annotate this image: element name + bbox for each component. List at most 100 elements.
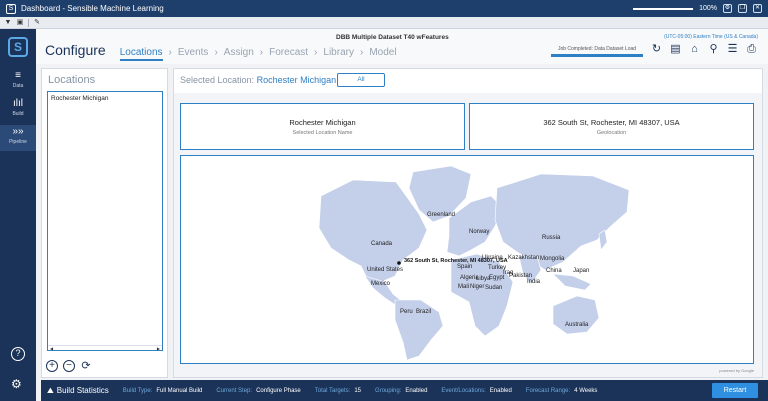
selected-location-label: Selected Location: (180, 75, 255, 85)
rail-item-label: Data (12, 83, 24, 89)
map-label-niger: Niger (470, 284, 484, 290)
page-header: DBB Multiple Dataset T40 wFeatures Confi… (36, 29, 768, 64)
locations-list[interactable]: Rochester Michigan ◀ ▶ (47, 91, 163, 351)
job-progress-bar (551, 54, 643, 57)
stat-value: 15 (354, 387, 362, 394)
save-icon[interactable]: ▣ (16, 19, 24, 27)
map-label-greenland: Greenland (427, 212, 455, 218)
zoom-control: 100% ⚙ ❐ ✕ (633, 4, 762, 13)
map-canvas: Greenland Canada United States Mexico Pe… (318, 165, 630, 361)
scroll-right-icon[interactable]: ▶ (157, 346, 160, 351)
map-label-mali: Mali (458, 284, 469, 290)
step-breadcrumb: Configure Locations › Events › Assign › … (45, 42, 397, 61)
locations-panel: Locations Rochester Michigan ◀ ▶ + − ⟳ (41, 68, 168, 378)
location-pin-icon[interactable] (397, 261, 401, 265)
location-name-label: Selected Location Name (292, 130, 353, 136)
stat-key: Event/Locations: (441, 387, 486, 394)
map-label-peru: Peru (400, 309, 413, 315)
settings-gear-icon[interactable]: ⚙ (11, 377, 22, 391)
step-events[interactable]: Events (178, 47, 209, 58)
rail-item-build[interactable]: ılıl Build (0, 97, 36, 123)
pencil-icon[interactable]: ✎ (33, 19, 41, 27)
step-library[interactable]: Library (323, 47, 354, 58)
rail-item-label: Build (12, 111, 24, 117)
selected-location-value: Rochester Michigan (256, 75, 337, 85)
chart-search-icon[interactable]: ⚲ (707, 43, 720, 56)
close-icon[interactable]: ✕ (753, 4, 762, 13)
document-icon[interactable]: ▤ (669, 43, 682, 56)
filter-icon[interactable]: ▼ (4, 19, 12, 27)
geolocation-label: Geolocation (596, 130, 627, 136)
stat-key: Current Step: (216, 387, 253, 394)
map-label-spain: Spain (457, 264, 472, 270)
step-locations[interactable]: Locations (119, 47, 163, 61)
rail-item-data[interactable]: ≡ Data (0, 69, 36, 95)
database-icon[interactable]: ☰ (726, 43, 739, 56)
geolocation-card: 362 South St, Rochester, MI 48307, USA G… (469, 103, 754, 150)
remove-location-icon[interactable]: − (63, 360, 75, 372)
window-title: Dashboard - Sensible Machine Learning (21, 4, 164, 13)
location-name-card: Rochester Michigan Selected Location Nam… (180, 103, 465, 150)
waveform-icon: ılıl (13, 98, 23, 109)
horizontal-scrollbar[interactable]: ◀ ▶ (48, 345, 162, 351)
build-statistics-title: ⛰ Build Statistics (47, 386, 109, 396)
chevron-right-icon: › (359, 47, 364, 58)
map-label-mongolia: Mongolia (540, 256, 565, 262)
map-label-india: India (527, 279, 541, 285)
geolocation-value: 362 South St, Rochester, MI 48307, USA (543, 118, 680, 127)
stat-key: Total Targets: (314, 387, 351, 394)
export-icon[interactable]: ⎙ (745, 43, 758, 56)
location-actions: + − ⟳ (46, 360, 92, 372)
restore-icon[interactable]: ❐ (738, 4, 747, 13)
list-item[interactable]: Rochester Michigan (48, 92, 162, 105)
help-icon[interactable]: ? (11, 347, 25, 361)
scroll-left-icon[interactable]: ◀ (50, 346, 53, 351)
zoom-level: 100% (699, 5, 717, 12)
stat-value: Configure Phase (256, 387, 301, 394)
locations-title: Locations (48, 74, 96, 86)
pipeline-icon: »» (12, 126, 24, 137)
all-button[interactable]: All (337, 73, 385, 87)
settings-icon[interactable]: ⚙ (723, 4, 732, 13)
stat-value: 4 Weeks (574, 387, 598, 394)
zoom-slider[interactable] (633, 7, 694, 10)
build-status-bar: ⛰ Build Statistics Build Type: Full Manu… (41, 380, 768, 401)
step-model[interactable]: Model (369, 47, 396, 58)
stat-value: Enabled (489, 387, 512, 394)
map-label-china: China (546, 268, 562, 274)
rail-item-label: Pipeline (9, 139, 27, 145)
app-logo-icon: S (6, 3, 16, 14)
toolbar-divider (28, 18, 29, 27)
stat-value: Enabled (405, 387, 428, 394)
add-location-icon[interactable]: + (46, 360, 58, 372)
australia-shape (552, 295, 600, 335)
stat-key: Build Type: (122, 387, 153, 394)
step-forecast[interactable]: Forecast (269, 47, 308, 58)
step-assign[interactable]: Assign (224, 47, 254, 58)
database-icon: ≡ (15, 70, 21, 81)
japan-shape (598, 229, 608, 251)
location-name-value: Rochester Michigan (289, 118, 356, 127)
zoom-slider-fill (633, 7, 694, 10)
quick-toolbar: ▼ ▣ ✎ (0, 17, 768, 29)
chevron-right-icon: › (214, 47, 218, 58)
southeast-asia-shape (552, 273, 592, 291)
sync-icon[interactable]: ⟳ (80, 360, 92, 372)
home-icon[interactable]: ⌂ (688, 43, 701, 56)
map-label-japan: Japan (573, 268, 589, 274)
title-bar: S Dashboard - Sensible Machine Learning … (0, 0, 768, 17)
map-pin-label: 362 South St, Rochester, MI 48307, USA (404, 258, 508, 264)
refresh-icon[interactable]: ↻ (650, 43, 663, 56)
map-label-united-states: United States (367, 267, 403, 273)
world-map[interactable]: Greenland Canada United States Mexico Pe… (180, 155, 754, 364)
map-label-kazakhstan: Kazakhstan (508, 255, 539, 261)
restart-button[interactable]: Restart (712, 383, 758, 398)
map-label-canada: Canada (371, 241, 393, 247)
rail-item-pipeline[interactable]: »» Pipeline (0, 125, 36, 151)
map-label-russia: Russia (542, 235, 561, 241)
powered-by-label: powered by Google (719, 368, 754, 373)
timezone-link[interactable]: (UTC-05:00) Eastern Time (US & Canada) (664, 34, 758, 40)
left-nav-rail: S ≡ Data ılıl Build »» Pipeline ? ⚙ (0, 29, 36, 401)
map-label-australia: Australia (565, 322, 589, 328)
map-label-sudan: Sudan (485, 285, 502, 291)
